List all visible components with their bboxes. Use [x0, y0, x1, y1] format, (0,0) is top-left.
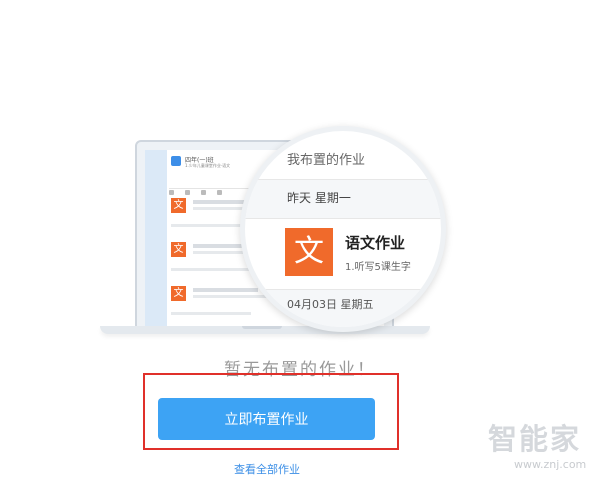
empty-state-illustration: 四年(一)班 1.少年儿童课堂作业·语文 文 文 文 我布置的作业 昨天 星期一… [100, 110, 446, 340]
placeholder-line [171, 312, 251, 315]
magnified-homework-desc: 1.听写5课生字 [345, 262, 411, 273]
assign-homework-button[interactable]: 立即布置作业 [158, 398, 375, 440]
view-all-homework-link[interactable]: 查看全部作业 [0, 461, 534, 477]
magnified-date-label: 04月03日 星期五 [287, 298, 374, 311]
placeholder-line [171, 268, 251, 271]
placeholder-line [171, 224, 251, 227]
chinese-subject-icon: 文 [171, 198, 186, 213]
chinese-subject-icon: 文 [285, 228, 333, 276]
watermark: 智能家 www.znj.com [474, 416, 596, 476]
chinese-subject-icon: 文 [171, 286, 186, 301]
magnified-homework-title: 语文作业 [345, 234, 406, 252]
chinese-subject-icon: 文 [171, 242, 186, 257]
app-icon [171, 156, 181, 166]
laptop-sidebar [145, 150, 167, 332]
magnified-day-label: 昨天 星期一 [287, 191, 351, 205]
watermark-url: www.znj.com [514, 458, 587, 471]
class-subtitle: 1.少年儿童课堂作业·语文 [185, 163, 231, 168]
watermark-brand: 智能家 [488, 422, 582, 456]
magnifier-bubble: 我布置的作业 昨天 星期一 文 语文作业 1.听写5课生字 04月03日 星期五 [240, 126, 446, 332]
magnified-title: 我布置的作业 [287, 153, 366, 168]
